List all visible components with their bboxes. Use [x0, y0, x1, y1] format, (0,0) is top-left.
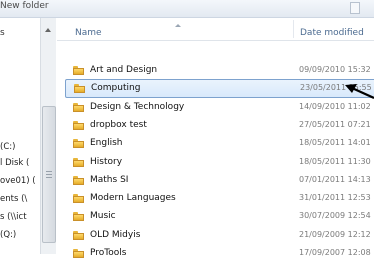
file-date-modified: 18/05/2011 11:30 [299, 156, 371, 166]
folder-icon [73, 120, 84, 130]
file-row[interactable]: Design & Technology 14/09/2010 11:02 [65, 99, 374, 116]
file-name: Design & Technology [90, 101, 185, 112]
column-date-modified[interactable]: Date modified [300, 28, 364, 38]
file-name: dropbox test [90, 119, 147, 130]
file-name: Modern Languages [90, 193, 176, 204]
file-date-modified: 09/09/2010 15:32 [299, 65, 371, 74]
nav-item-documents[interactable]: ents (\ [0, 194, 27, 204]
file-row[interactable]: English 18/05/2011 14:01 [65, 135, 374, 152]
file-date-modified: 21/09/2009 12:12 [299, 229, 371, 239]
file-date-modified: 14/09/2010 11:02 [299, 101, 371, 111]
file-list: Name Date modified Art and Design 09/09/2… [57, 18, 374, 258]
nav-scrollbar[interactable] [40, 18, 56, 254]
file-name: Art and Design [90, 65, 158, 75]
file-date-modified: 27/05/2011 07:21 [299, 119, 371, 129]
file-name: Maths SI [90, 174, 129, 185]
file-date-modified: 31/01/2011 12:53 [299, 193, 371, 203]
file-name: OLD Midyis [90, 229, 141, 240]
nav-item-local-disk[interactable]: l Disk ( [0, 158, 29, 168]
file-name: English [90, 138, 123, 149]
toolbar: New folder [0, 0, 374, 18]
folder-icon [73, 230, 84, 240]
file-date-modified: 07/01/2011 14:13 [299, 174, 371, 184]
folder-icon [73, 175, 84, 185]
nav-item-q[interactable]: (Q:) [0, 230, 16, 240]
folder-icon [73, 102, 84, 112]
file-row[interactable]: dropbox test 27/05/2011 07:21 [65, 117, 374, 134]
folder-title: New folder [0, 1, 49, 11]
sort-up-icon [175, 24, 181, 27]
folder-icon [73, 194, 84, 204]
folder-icon [73, 212, 84, 222]
navigation-pane: s (C:) l Disk ( ove01) ( ents (\ s (\\ic… [0, 18, 40, 254]
file-date-modified: 23/05/2011 15:55 [300, 83, 372, 93]
file-row[interactable]: History 18/05/2011 11:30 [65, 154, 374, 171]
file-name: Music [90, 211, 116, 222]
column-divider[interactable] [293, 20, 294, 38]
file-name: History [90, 156, 123, 167]
file-date-modified: 18/05/2011 14:01 [299, 138, 371, 148]
folder-icon [74, 84, 85, 94]
nav-item-network[interactable]: s (\\ict [0, 212, 27, 222]
nav-item-c[interactable]: (C:) [0, 142, 15, 152]
scroll-up-icon[interactable] [45, 28, 51, 32]
file-row[interactable]: Music 30/07/2009 12:54 [65, 208, 374, 225]
folder-options-icon[interactable] [350, 2, 360, 14]
file-date-modified: 30/07/2009 12:54 [299, 211, 371, 221]
file-row[interactable]: Computing 23/05/2011 15:55 [65, 79, 374, 99]
folder-icon [73, 66, 84, 75]
file-row[interactable]: Art and Design 09/09/2010 15:32 [65, 62, 374, 79]
scroll-thumb[interactable] [42, 106, 56, 243]
nav-marker: s [0, 28, 5, 38]
file-name: Computing [91, 83, 141, 94]
folder-icon [73, 157, 84, 167]
column-name[interactable]: Name [75, 28, 102, 38]
column-header: Name Date modified [57, 18, 374, 41]
file-row[interactable]: Maths SI 07/01/2011 14:13 [65, 172, 374, 189]
nav-item-drive[interactable]: ove01) ( [0, 176, 36, 186]
file-date-modified: 17/09/2007 12:08 [299, 248, 371, 257]
file-row[interactable]: Modern Languages 31/01/2011 12:53 [65, 190, 374, 207]
file-name: ProTools [90, 248, 127, 258]
folder-icon [73, 139, 84, 149]
file-row[interactable]: OLD Midyis 21/09/2009 12:12 [65, 227, 374, 244]
